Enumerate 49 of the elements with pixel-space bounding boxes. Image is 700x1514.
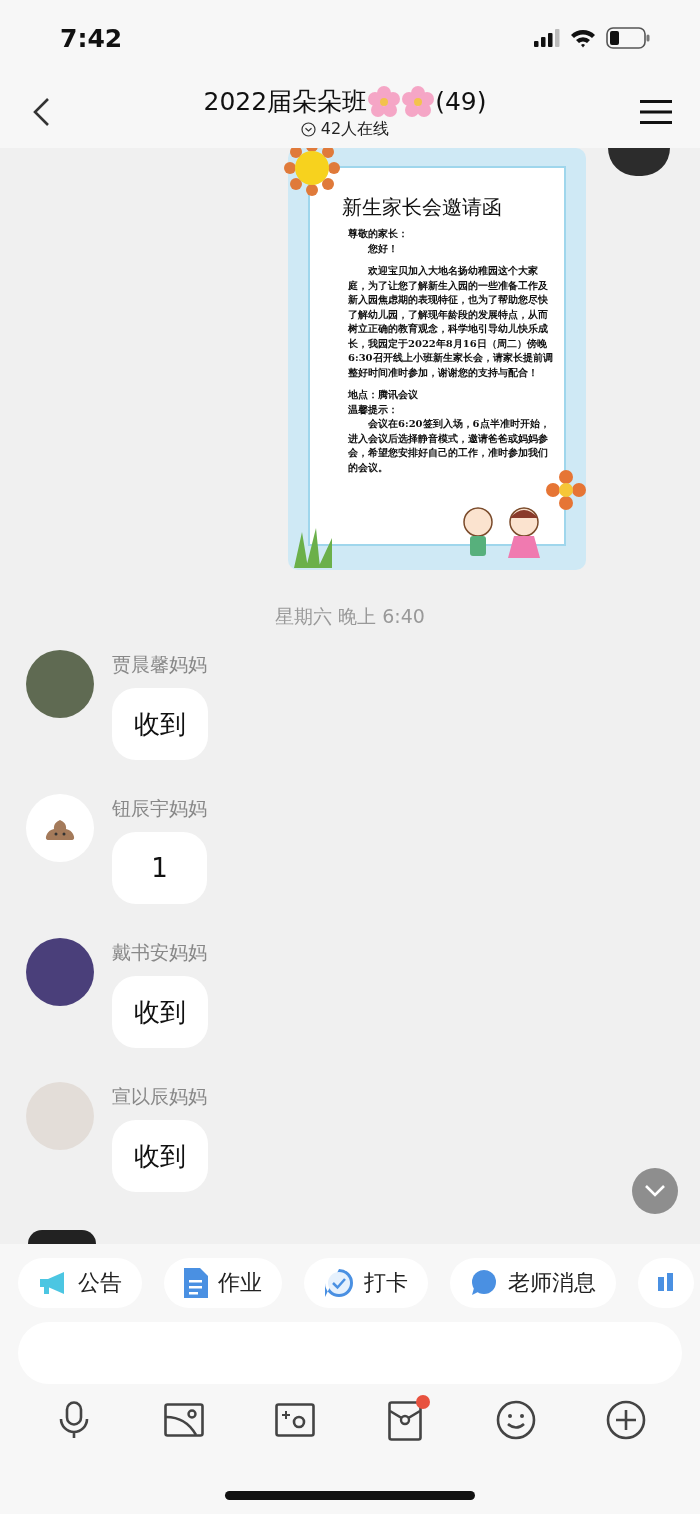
sender-name: 戴书安妈妈 xyxy=(112,940,208,965)
bars-icon xyxy=(658,1273,674,1293)
quick-action-chip[interactable]: 老师消息 xyxy=(450,1258,616,1308)
message-bubble[interactable]: 收到 xyxy=(112,688,208,760)
sender-name: 钮辰宇妈妈 xyxy=(112,796,207,821)
invitation-paragraph: 尊敬的家长： xyxy=(348,227,409,241)
sender-name: 贾晨馨妈妈 xyxy=(112,652,208,677)
chevron-down-icon xyxy=(644,1184,666,1198)
invitation-heading: 新生家长会邀请函 xyxy=(342,194,503,221)
message-bubble[interactable]: 收到 xyxy=(112,1120,208,1192)
emoji-icon[interactable] xyxy=(495,1400,536,1440)
battery-icon xyxy=(606,27,650,49)
flower-icon xyxy=(401,84,436,119)
avatar-photo-placeholder[interactable] xyxy=(608,148,670,176)
quick-action-chip[interactable]: 公告 xyxy=(18,1258,142,1308)
scroll-down-button[interactable] xyxy=(632,1168,678,1214)
message-timestamp: 星期六 晚上 6:40 xyxy=(274,604,426,629)
invitation-paragraph: 地点：腾讯会议 xyxy=(348,388,419,402)
chat-title: 2022届朵朵班 xyxy=(203,86,368,118)
back-icon[interactable] xyxy=(32,97,50,127)
speech-bubble-icon xyxy=(470,1270,498,1296)
document-icon xyxy=(184,1268,208,1298)
invitation-paragraph: 欢迎宝贝加入大地名扬幼稚园这个大家庭，为了让您了解新生入园的一些准备工作及新入园焦虑期的表现特征，也为了帮助您尽快了解幼儿园，了解现年龄段的发展特点，从而树立正确的教育观念，科学地引导幼儿快乐成长，我园定于2022年8月16日（周二）傍晚6:30召开线上小班新生家长会，请家长提前调整好时间准时参加，谢谢您的支持与配合！ xyxy=(348,264,554,380)
invitation-paragraph: 温馨提示： xyxy=(348,402,399,417)
online-count: 42人在线 xyxy=(320,118,390,140)
camera-icon[interactable] xyxy=(274,1403,315,1437)
quick-action-chip[interactable] xyxy=(638,1258,694,1308)
flower-drawing xyxy=(546,470,586,510)
message-bubble[interactable]: 1 xyxy=(112,832,207,904)
flower-icon xyxy=(367,84,402,119)
sender-name: 宣以辰妈妈 xyxy=(112,1084,208,1109)
envelope-icon[interactable] xyxy=(388,1401,423,1441)
microphone-icon[interactable] xyxy=(59,1401,89,1439)
message-bubble[interactable]: 收到 xyxy=(112,976,208,1048)
signal-icon xyxy=(534,29,560,47)
quick-action-chip[interactable]: 作业 xyxy=(164,1258,282,1308)
wifi-icon xyxy=(570,28,596,48)
invitation-paragraph: 您好！ xyxy=(367,241,399,256)
menu-icon[interactable] xyxy=(640,99,672,125)
avatar-photo-placeholder[interactable] xyxy=(28,1230,96,1244)
image-icon[interactable] xyxy=(164,1403,205,1437)
plus-icon[interactable] xyxy=(605,1400,646,1440)
quick-action-chip[interactable]: 打卡 xyxy=(304,1258,428,1308)
chevron-circle-icon[interactable] xyxy=(300,121,316,137)
status-time: 7:42 xyxy=(60,23,123,53)
check-icon xyxy=(324,1268,354,1298)
invitation-paragraph: 会议在6:20签到入场，6点半准时开始，进入会议后选择静音模式，邀请爸爸或妈妈参会，希望您安排好自己的工作，准时参加我们的会议。 xyxy=(348,417,551,475)
member-count: (49) xyxy=(435,87,487,116)
sun-drawing xyxy=(284,148,340,196)
